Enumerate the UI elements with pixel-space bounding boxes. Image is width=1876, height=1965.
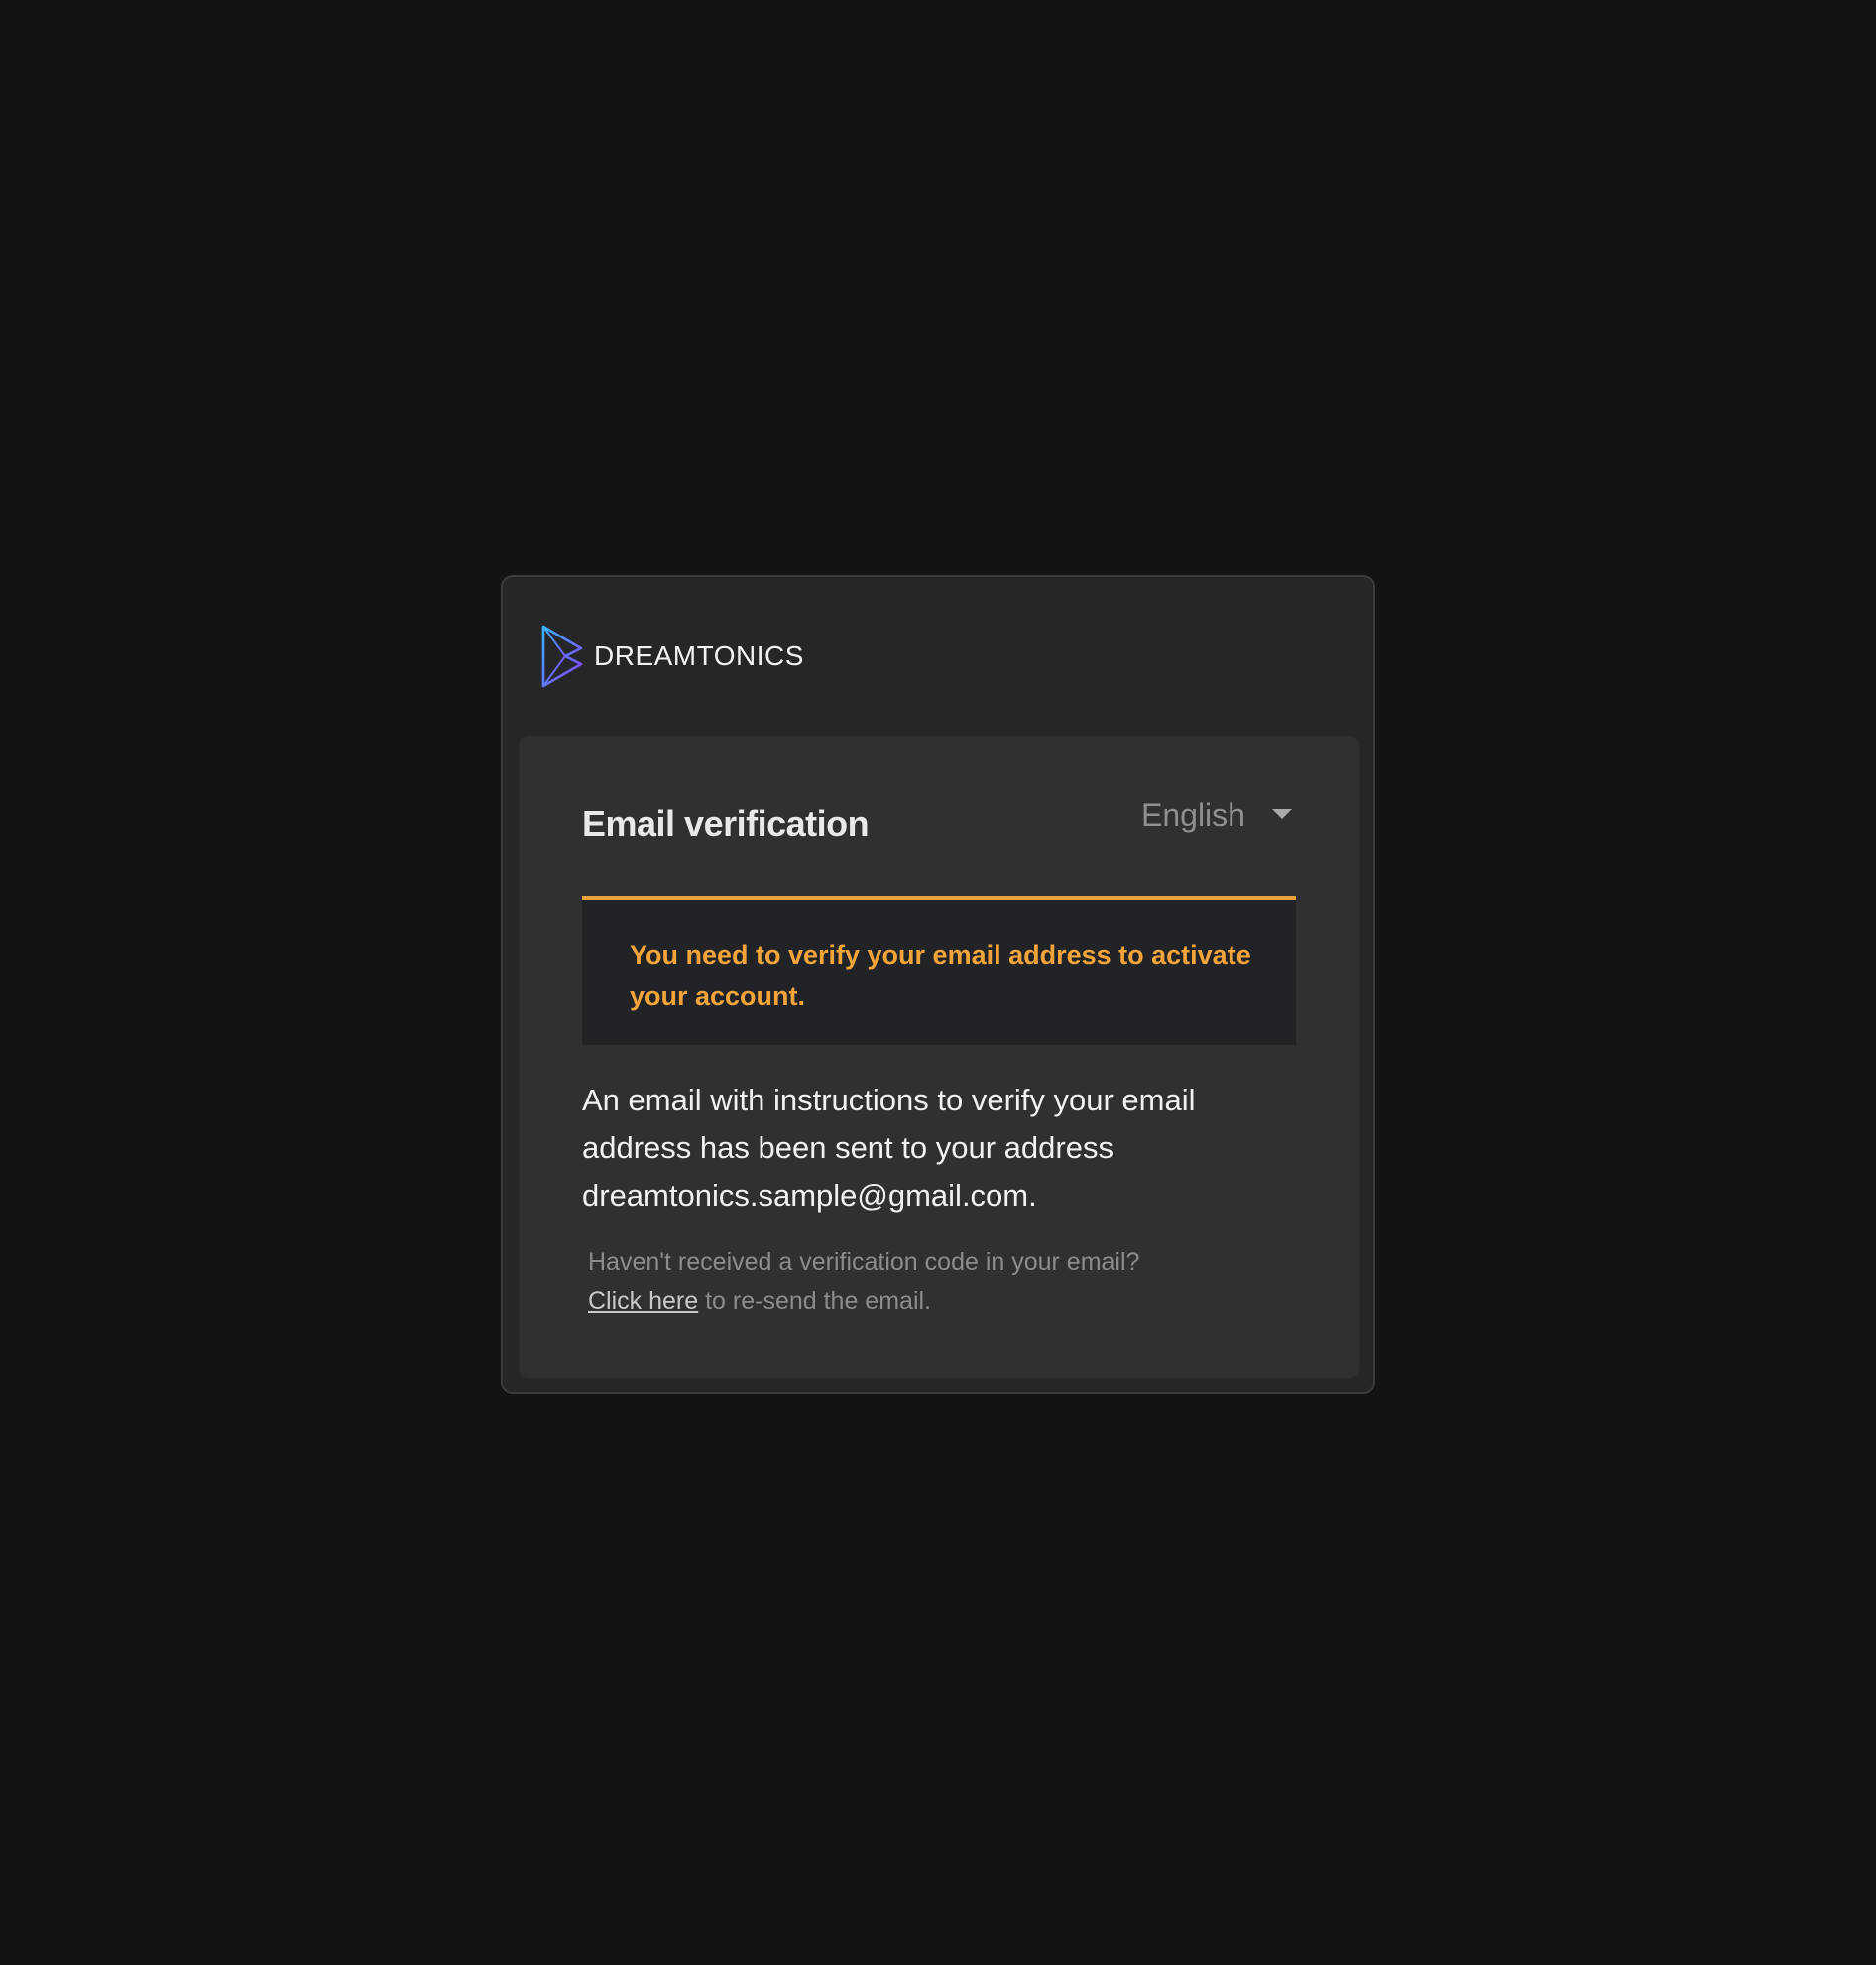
login-card: DREAMTONICS Email verification English Y… [501, 575, 1375, 1394]
resend-email-link[interactable]: Click here [588, 1287, 698, 1315]
resend-question: Haven't received a verification code in … [588, 1248, 1140, 1276]
instructions-text: An email with instructions to verify you… [582, 1083, 1196, 1213]
language-select-value: English [1141, 796, 1245, 833]
brand-name: DREAMTONICS [594, 640, 804, 671]
warning-alert-text: You need to verify your email address to… [630, 940, 1251, 1011]
language-select[interactable]: English [1141, 791, 1298, 839]
brand-header: DREAMTONICS [540, 625, 804, 688]
warning-alert: You need to verify your email address to… [582, 896, 1296, 1045]
dreamtonics-logo-icon [541, 625, 583, 688]
resend-info: Haven't received a verification code in … [588, 1243, 1223, 1321]
page-title: Email verification [582, 803, 870, 844]
verification-panel: Email verification English You need to v… [519, 736, 1359, 1378]
chevron-down-icon [1272, 809, 1292, 819]
resend-suffix: to re-send the email. [698, 1287, 931, 1315]
